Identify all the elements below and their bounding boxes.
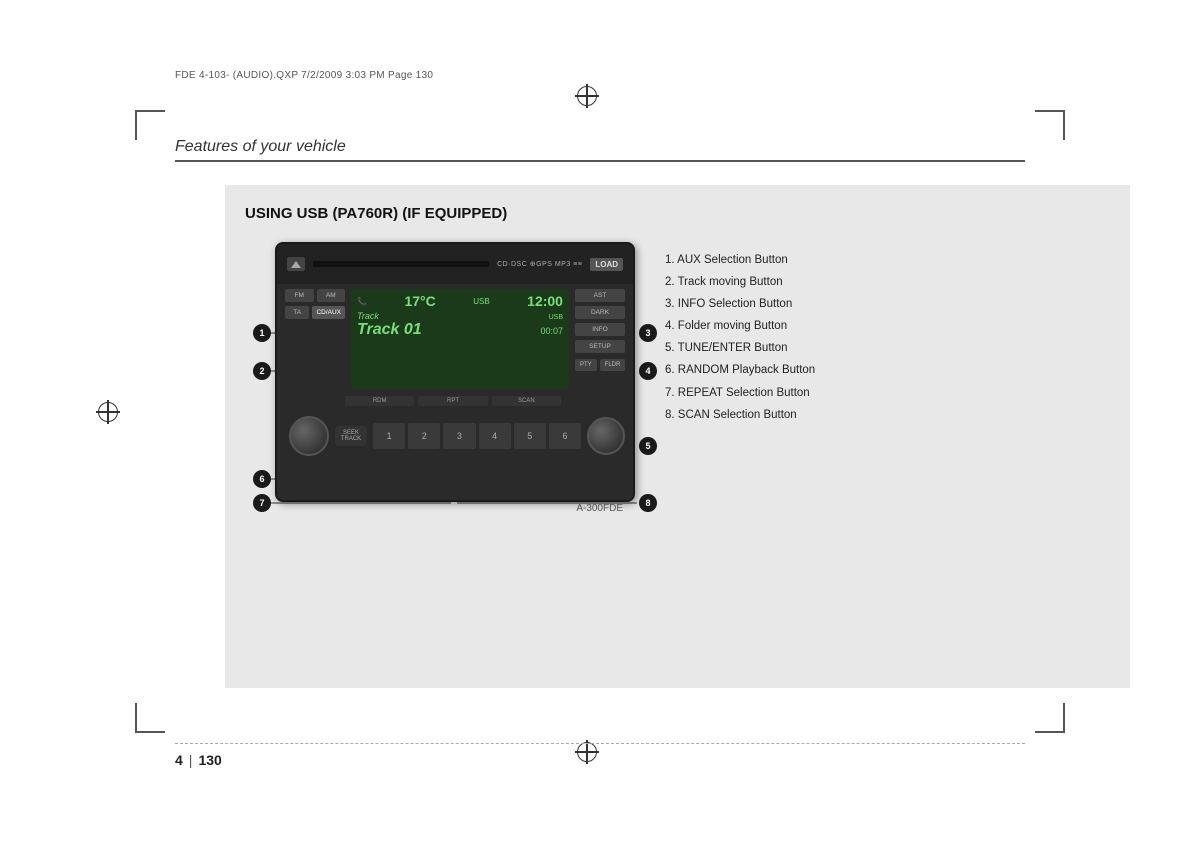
- fldr-button[interactable]: FLDR: [600, 359, 626, 371]
- page-title: Features of your vehicle: [175, 138, 1025, 156]
- preset-buttons: 1 2 3 4 5 6: [373, 423, 581, 449]
- info-button[interactable]: INFO: [575, 323, 625, 336]
- rpt-button[interactable]: RPT: [418, 396, 487, 406]
- radio-diagram: 1 2 3 4 5: [275, 242, 635, 522]
- page-footer: 4 | 130: [175, 743, 1025, 768]
- diagram-area: 1 2 3 4 5: [245, 242, 1110, 522]
- page-title-section: Features of your vehicle: [175, 138, 1025, 162]
- radio-unit: CD·DSC ⊕GPS MP3 ≡≡ LOAD FM AM TA: [275, 242, 635, 502]
- volume-knob[interactable]: [289, 416, 329, 456]
- corner-mark-tl: [135, 110, 165, 140]
- screen-track-row: Track USB: [357, 311, 563, 321]
- setup-button[interactable]: SETUP: [575, 340, 625, 353]
- ta-button[interactable]: TA: [285, 306, 309, 319]
- page-separator: |: [189, 752, 193, 768]
- fm-button[interactable]: FM: [285, 289, 314, 302]
- cdaux-button[interactable]: CD/AUX: [312, 306, 345, 319]
- screen-track-label: Track: [357, 311, 379, 321]
- screen-temp: 17°C: [404, 293, 435, 309]
- file-info: FDE 4-103- (AUDIO).QXP 7/2/2009 3:03 PM …: [175, 70, 1025, 81]
- radio-right-buttons: AST DARK INFO SETUP PTY FLDR: [575, 289, 625, 389]
- eject-icon: [291, 261, 301, 268]
- screen-track-num-row: Track 01 00:07: [357, 321, 563, 339]
- callout-6: 6. RANDOM Playback Button: [665, 362, 815, 378]
- preset-3[interactable]: 3: [443, 423, 475, 449]
- image-ref: A-300FDE: [576, 503, 623, 514]
- fm-am-row: FM AM: [285, 289, 345, 302]
- ta-cdaux-row: TA CD/AUX: [285, 306, 345, 319]
- track-label-bottom: TRACK: [338, 436, 364, 442]
- preset-6[interactable]: 6: [549, 423, 581, 449]
- logo-area: CD·DSC ⊕GPS MP3 ≡≡: [497, 260, 582, 268]
- corner-mark-tr: [1035, 110, 1065, 140]
- pty-fldr-row: PTY FLDR: [575, 359, 625, 371]
- section-title: USING USB (PA760R) (IF EQUIPPED): [245, 205, 1110, 222]
- screen-usb: USB: [549, 314, 563, 321]
- radio-top-strip: CD·DSC ⊕GPS MP3 ≡≡ LOAD: [277, 244, 633, 284]
- radio-bottom: SEEK TRACK 1 2 3 4 5 6: [277, 408, 633, 463]
- content-box: USING USB (PA760R) (IF EQUIPPED) 1 2 3 4: [225, 185, 1130, 688]
- radio-middle: FM AM TA CD/AUX 📞 17°C USB: [277, 284, 633, 394]
- pty-button[interactable]: PTY: [575, 359, 597, 371]
- screen-time: 12:00: [527, 293, 563, 309]
- preset-5[interactable]: 5: [514, 423, 546, 449]
- dark-button[interactable]: DARK: [575, 306, 625, 319]
- logo-text: CD·DSC ⊕GPS MP3 ≡≡: [497, 260, 582, 268]
- screen-top-row: 📞 17°C USB 12:00: [357, 293, 563, 309]
- preset-2[interactable]: 2: [408, 423, 440, 449]
- preset-4[interactable]: 4: [479, 423, 511, 449]
- callout-4: 4. Folder moving Button: [665, 318, 815, 334]
- scan-button[interactable]: SCAN: [492, 396, 561, 406]
- seek-track-button[interactable]: SEEK TRACK: [335, 426, 367, 446]
- chapter-number: 4: [175, 752, 183, 768]
- ast-button[interactable]: AST: [575, 289, 625, 302]
- reg-cross-left: [96, 400, 120, 424]
- load-button[interactable]: LOAD: [590, 258, 623, 271]
- radio-screen: 📞 17°C USB 12:00 Track USB Track 01 00:0…: [351, 289, 569, 389]
- corner-mark-bl: [135, 703, 165, 733]
- call-icon: 📞: [357, 297, 367, 306]
- callout-labels: 1. AUX Selection Button 2. Track moving …: [655, 242, 815, 429]
- page-number: 130: [198, 752, 221, 768]
- header-bar: FDE 4-103- (AUDIO).QXP 7/2/2009 3:03 PM …: [175, 70, 1025, 85]
- eject-button[interactable]: [287, 257, 305, 271]
- cd-slot: [313, 261, 489, 267]
- screen-time-display: 00:07: [540, 326, 563, 336]
- callout-5: 5. TUNE/ENTER Button: [665, 340, 815, 356]
- function-row: RDM RPT SCAN: [277, 394, 633, 408]
- screen-track-num: Track 01: [357, 321, 422, 339]
- screen-mode: USB: [473, 297, 489, 306]
- radio-left-buttons: FM AM TA CD/AUX: [285, 289, 345, 389]
- callout-3: 3. INFO Selection Button: [665, 296, 815, 312]
- tune-knob[interactable]: [587, 417, 625, 455]
- callout-7: 7. REPEAT Selection Button: [665, 385, 815, 401]
- rdm-button[interactable]: RDM: [345, 396, 414, 406]
- preset-1[interactable]: 1: [373, 423, 405, 449]
- callout-2: 2. Track moving Button: [665, 274, 815, 290]
- callout-1: 1. AUX Selection Button: [665, 252, 815, 268]
- callout-8: 8. SCAN Selection Button: [665, 407, 815, 423]
- am-button[interactable]: AM: [317, 289, 346, 302]
- reg-cross-top: [575, 84, 599, 108]
- corner-mark-br: [1035, 703, 1065, 733]
